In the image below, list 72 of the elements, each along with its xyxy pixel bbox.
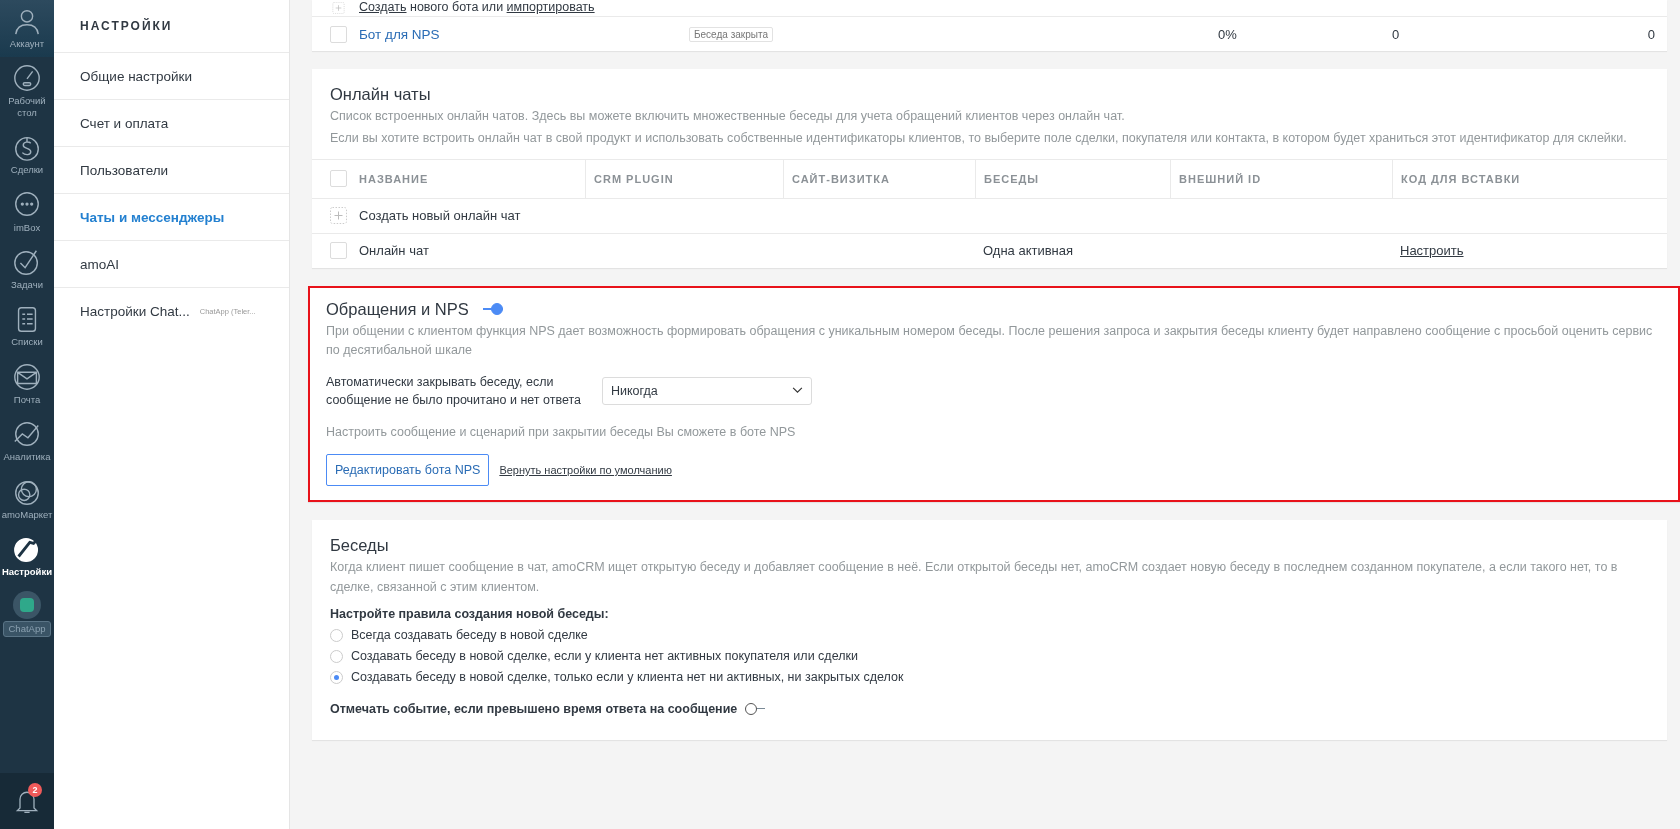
plus-icon[interactable] [330,207,347,225]
radio-option[interactable]: Всегда создавать беседу в новой сделке [330,624,1649,646]
radio-option[interactable]: Создавать беседу в новой сделке, только если у клиента нет ни активных, ни закрытых сделок [330,666,1649,688]
nav-item[interactable]: Аналитика [0,413,54,471]
nav-label: Списки [11,336,43,348]
nav-label: ChatApp [2,621,52,637]
column-header: ВНЕШНИЙ ID [1179,172,1262,185]
reset-link[interactable]: Вернуть настройки по умолчанию [499,464,672,477]
section-description: При общении с клиентом функция NPS дает возможность формировать обращения с уникальным номером беседы. После решения запроса и закрытия беседы клиенту будет направлено сообщение с просьбой оценить сервис по десятибальной шкале [326,322,1654,360]
column-header: САЙТ-ВИЗИТКА [792,172,890,185]
section-title: Обращения и NPS [326,299,469,319]
rules-label: Настройте правила создания новой беседы: [330,606,610,621]
nav-item[interactable]: Настройки [0,527,54,586]
sidebar-item[interactable]: Чаты и мессенджеры [54,194,289,241]
sidebar-item[interactable]: Счет и оплата [54,100,289,147]
column-header: КОД ДЛЯ ВСТАВКИ [1401,172,1521,185]
column-header: CRM PLUGIN [594,172,674,185]
nav-item[interactable]: Почта [0,355,54,414]
nav-label: Задачи [11,278,43,291]
nav-label: Рабочий стол [7,95,47,119]
nav-label: amoМаркет [1,508,53,520]
nav-label: Почта [13,393,41,406]
select-all-checkbox[interactable] [330,170,347,188]
nav-label: Сделки [10,164,44,176]
column-header: БЕСЕДЫ [984,172,1040,185]
toggle-switch[interactable] [745,702,766,715]
nav-item[interactable]: Задачи [0,240,54,299]
option-label: Отмечать событие, если превышено время ответа на сообщение [330,701,738,716]
bot-name-link[interactable]: Бот для NPS [359,26,689,42]
column-header: НАЗВАНИЕ [359,172,429,185]
table-cell: 0% [1218,26,1237,42]
plus-icon[interactable] [330,2,347,14]
nav-item[interactable]: imBox [0,183,54,241]
section-title: Онлайн чаты [330,85,432,104]
section-title: Беседы [330,536,390,556]
section-description: Когда клиент пишет сообщение в чат, amoCRM ищет открытую беседу и добавляет сообщение в неё. Если открытой беседы нет, amoCRM создает новую беседу в последнем созданном покупателе, а если такого нет, то в сделке, связанной с этим клиентом. [330,559,1619,596]
create-bot-text: Создать нового бота или импортировать [359,0,595,14]
table-cell: Онлайн чат [359,243,429,259]
field-label: Автоматически закрывать беседу, если сообщение не было прочитано и нет ответа [326,373,583,409]
create-chat-text[interactable]: Создать новый онлайн чат [359,208,521,224]
nav-item[interactable]: Аккаунт [0,0,54,58]
sidebar-title: НАСТРОЙКИ [54,0,289,53]
nav-item[interactable]: Рабочий стол [0,57,54,127]
nav-item[interactable]: Списки [0,298,54,356]
nav-label: Настройки [1,565,53,578]
configure-link[interactable]: Настроить [1400,243,1464,259]
nav-item[interactable]: Сделки [0,126,54,184]
nav-label: Аккаунт [9,38,45,50]
chevron-down-icon [792,387,803,395]
nav-label: Аналитика [3,451,51,463]
sidebar-item[interactable]: Общие настройки [54,53,289,100]
gauge-icon [12,63,42,94]
toggle-switch[interactable] [482,303,503,316]
nav-label: imBox [13,221,41,233]
radio-option[interactable]: Создавать беседу в новой сделке, если у клиента нет активных покупателя или сделки [330,645,1649,667]
sidebar-item[interactable]: amoAI [54,241,289,288]
dropdown[interactable]: Никогда [602,376,812,405]
table-cell: Одна активная [983,243,1074,259]
app-logo-icon [13,591,41,620]
nav-item[interactable]: amoМаркет [0,470,54,528]
table-cell: 0 [1392,26,1400,42]
row-checkbox[interactable] [330,25,347,43]
envelope-icon [12,361,42,392]
row-checkbox[interactable] [330,242,347,260]
hint-text: Настроить сообщение и сценарий при закрытии беседы Вы сможете в боте NPS [326,423,797,441]
section-description: Список встроенных онлайн чатов. Здесь вы можете включить множественные беседы для учета обращений клиентов через онлайн чат. [330,108,1126,125]
notification-badge: 2 [28,783,42,797]
edit-bot-button[interactable]: Редактировать бота NPS [326,454,490,487]
section-description: Если вы хотите встроить онлайн чат в свой продукт и использовать собственные идентификаторы клиентов, то выберите поле сделки, покупателя или контакта, в котором будет храниться этот идентификатор для склейки. [330,130,1628,148]
table-cell: 0 [1647,26,1655,42]
status-tag: Беседа закрыта [689,26,773,42]
sidebar-item[interactable]: Пользователи [54,147,289,194]
